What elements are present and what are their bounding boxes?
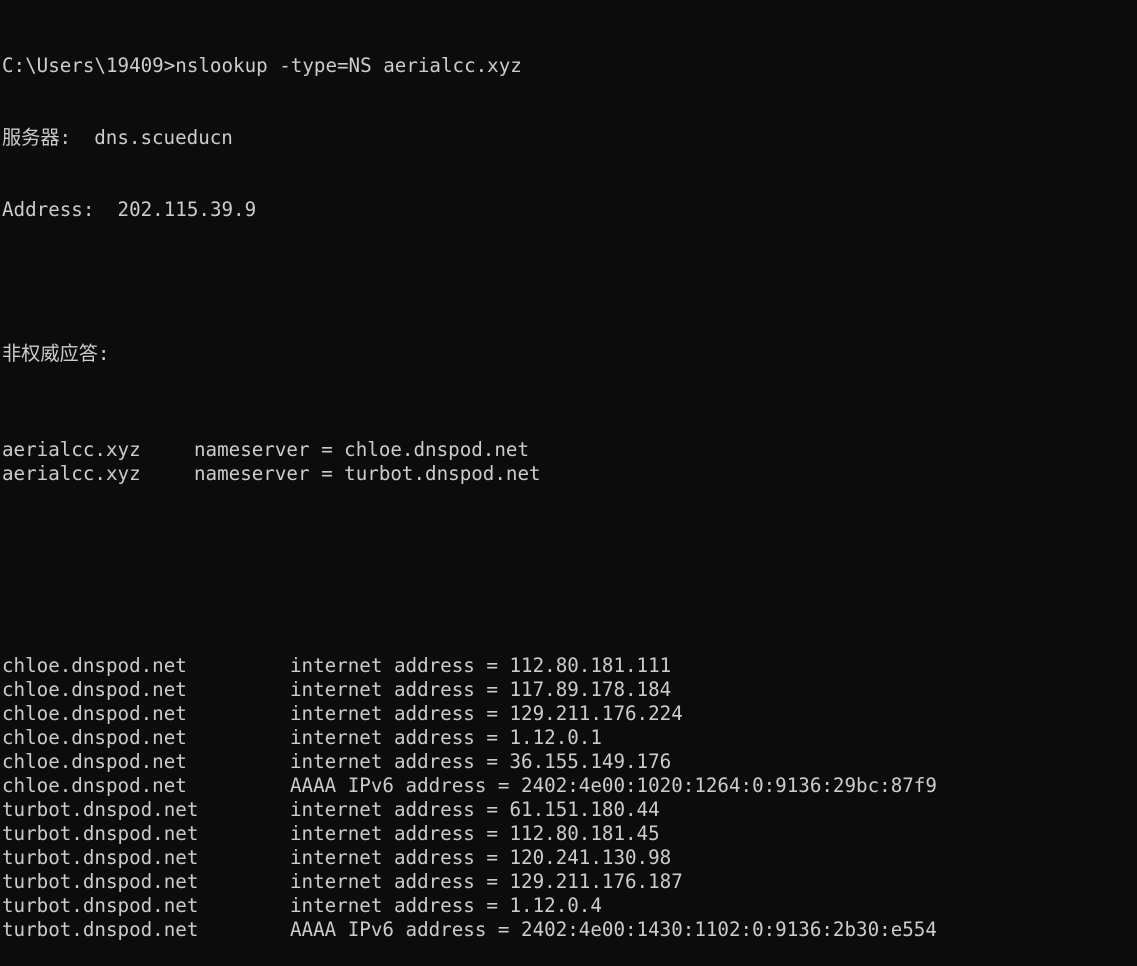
address-record-row: turbot.dnspod.net internet address = 1.12…: [2, 894, 1137, 918]
address-record-host: turbot.dnspod.net: [2, 822, 199, 845]
address-record-value: AAAA IPv6 address = 2402:4e00:1020:1264:…: [290, 774, 937, 797]
address-record-host: turbot.dnspod.net: [2, 870, 199, 893]
address-record-row: chloe.dnspod.net internet address = 112.8…: [2, 654, 1137, 678]
address-record-host: chloe.dnspod.net: [2, 726, 187, 749]
address-record-value: AAAA IPv6 address = 2402:4e00:1430:1102:…: [290, 918, 937, 941]
address-record-row: chloe.dnspod.net internet address = 117.8…: [2, 678, 1137, 702]
nonauth-header-line: 非权威应答:: [2, 342, 1137, 366]
address-record-host: chloe.dnspod.net: [2, 702, 187, 725]
server-line: 服务器: dns.scueducn: [2, 126, 1137, 150]
address-record-value: internet address = 36.155.149.176: [290, 750, 672, 773]
server-label: 服务器:: [2, 126, 72, 149]
address-record-row: turbot.dnspod.net internet address = 61.1…: [2, 798, 1137, 822]
address-record-row: turbot.dnspod.net internet address = 129.…: [2, 870, 1137, 894]
address-record-value: internet address = 117.89.178.184: [290, 678, 672, 701]
nonauth-header: 非权威应答:: [2, 342, 110, 365]
address-record-host: turbot.dnspod.net: [2, 846, 199, 869]
address-records: chloe.dnspod.net internet address = 112.8…: [2, 654, 1137, 942]
address-record-value: internet address = 61.151.180.44: [290, 798, 660, 821]
address-record-host: chloe.dnspod.net: [2, 654, 187, 677]
address-record-row: chloe.dnspod.net AAAA IPv6 address = 2402…: [2, 774, 1137, 798]
address-record-row: chloe.dnspod.net internet address = 36.15…: [2, 750, 1137, 774]
ns-records: aerialcc.xyz nameserver = chloe.dnspod.ne…: [2, 438, 1137, 486]
command-text: C:\Users\19409>nslookup -type=NS aerialc…: [2, 54, 522, 77]
address-record-value: internet address = 120.241.130.98: [290, 846, 672, 869]
ns-record-row: aerialcc.xyz nameserver = chloe.dnspod.ne…: [2, 438, 1137, 462]
address-record-row: chloe.dnspod.net internet address = 1.12.…: [2, 726, 1137, 750]
address-record-host: chloe.dnspod.net: [2, 774, 187, 797]
address-record-row: turbot.dnspod.net internet address = 120.…: [2, 846, 1137, 870]
terminal-window[interactable]: C:\Users\19409>nslookup -type=NS aerialc…: [0, 0, 1137, 941]
ns-record-domain: aerialcc.xyz: [2, 438, 141, 461]
address-label: Address:: [2, 198, 95, 221]
address-record-host: chloe.dnspod.net: [2, 750, 187, 773]
address-record-value: internet address = 1.12.0.4: [290, 894, 602, 917]
address-record-host: turbot.dnspod.net: [2, 798, 199, 821]
address-record-host: turbot.dnspod.net: [2, 918, 199, 941]
ns-record-row: aerialcc.xyz nameserver = turbot.dnspod.n…: [2, 462, 1137, 486]
ns-record-value: nameserver = chloe.dnspod.net: [194, 438, 530, 461]
address-record-value: internet address = 129.211.176.224: [290, 702, 683, 725]
address-record-value: internet address = 112.80.181.45: [290, 822, 660, 845]
address-record-host: turbot.dnspod.net: [2, 894, 199, 917]
ns-record-domain: aerialcc.xyz: [2, 462, 141, 485]
ns-record-value: nameserver = turbot.dnspod.net: [194, 462, 541, 485]
address-record-row: chloe.dnspod.net internet address = 129.2…: [2, 702, 1137, 726]
address-record-value: internet address = 1.12.0.1: [290, 726, 602, 749]
address-record-value: internet address = 112.80.181.111: [290, 654, 672, 677]
address-line: Address: 202.115.39.9: [2, 198, 1137, 222]
address-record-value: internet address = 129.211.176.187: [290, 870, 683, 893]
command-line: C:\Users\19409>nslookup -type=NS aerialc…: [2, 54, 1137, 78]
server-value: dns.scueducn: [94, 126, 233, 149]
address-record-row: turbot.dnspod.net internet address = 112.…: [2, 822, 1137, 846]
address-value: 202.115.39.9: [117, 198, 257, 221]
address-record-host: chloe.dnspod.net: [2, 678, 187, 701]
address-record-row: turbot.dnspod.net AAAA IPv6 address = 240…: [2, 918, 1137, 942]
